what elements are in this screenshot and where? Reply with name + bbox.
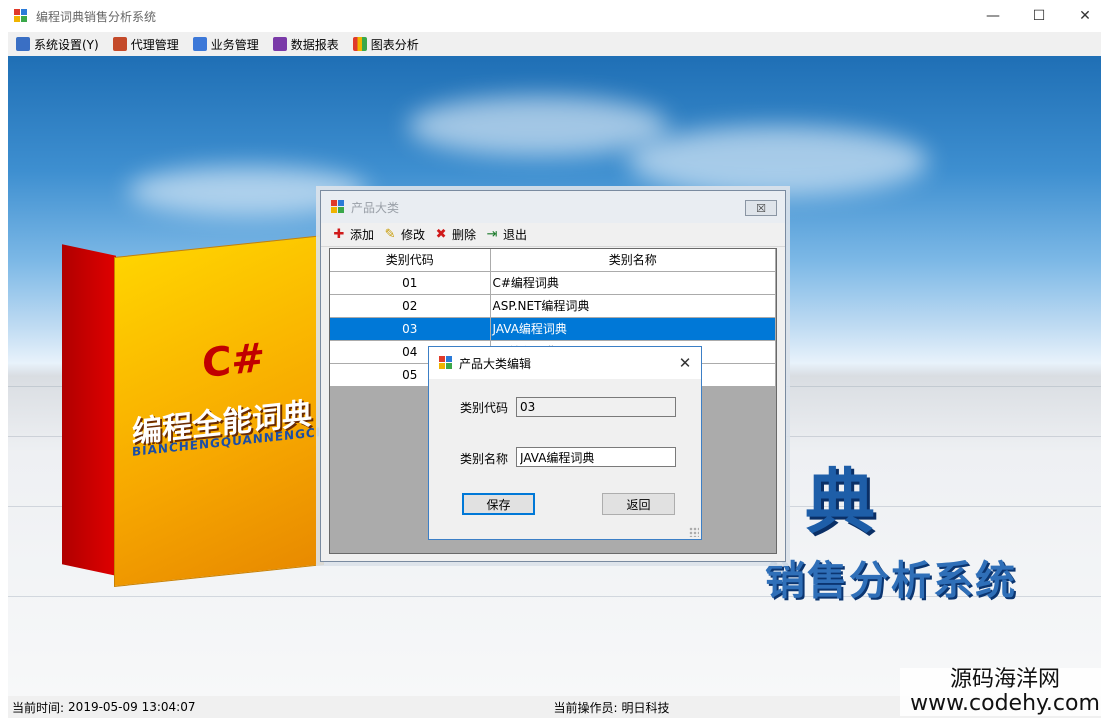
computer-icon xyxy=(16,37,30,51)
menu-bar: 系统设置(Y) 代理管理 业务管理 数据报表 图表分析 xyxy=(8,32,1101,56)
product-window-close-button[interactable]: ☒ xyxy=(745,200,777,216)
watermark-line2: www.codehy.com xyxy=(910,691,1100,716)
watermark-line1: 源码海洋网 xyxy=(949,667,1060,692)
app-icon xyxy=(439,356,453,370)
menu-label: 图表分析 xyxy=(370,37,419,52)
delete-button[interactable]: ✖ 删除 xyxy=(433,226,476,243)
product-window-titlebar: 产品大类 xyxy=(321,191,785,223)
add-button[interactable]: ✚ 添加 xyxy=(331,226,374,243)
category-name-field[interactable] xyxy=(516,447,676,467)
exit-label: 退出 xyxy=(503,228,528,242)
bar-chart-icon xyxy=(352,37,367,51)
cell-code[interactable]: 01 xyxy=(330,271,491,295)
delete-icon: ✖ xyxy=(435,227,447,242)
menu-label: 数据报表 xyxy=(290,37,339,52)
operator-value: 明日科技 xyxy=(621,700,670,715)
cell-name[interactable]: C#编程词典 xyxy=(490,271,776,295)
menu-label: 代理管理 xyxy=(130,37,179,52)
edit-icon: ✎ xyxy=(384,227,396,242)
exit-door-icon: ⇥ xyxy=(486,227,498,242)
window-title: 编程词典销售分析系统 xyxy=(36,9,157,24)
edit-label: 修改 xyxy=(401,228,426,242)
column-header-name[interactable]: 类别名称 xyxy=(490,249,776,272)
resize-grip[interactable] xyxy=(689,527,699,537)
app-icon xyxy=(331,200,345,214)
product-toolbar: ✚ 添加 ✎ 修改 ✖ 删除 ⇥ 退出 xyxy=(321,223,785,247)
add-icon: ✚ xyxy=(333,227,345,242)
agent-icon xyxy=(112,37,127,51)
watermark: 源码海洋网 www.codehy.com xyxy=(900,668,1108,716)
window-titlebar: 编程词典销售分析系统 — ☐ ✕ xyxy=(0,0,1108,32)
edit-dialog-close-button[interactable]: ✕ xyxy=(669,347,701,379)
category-code-field[interactable] xyxy=(516,397,676,417)
column-header-code[interactable]: 类别代码 xyxy=(330,249,491,272)
time-value: 2019-05-09 13:04:07 xyxy=(68,700,196,714)
table-row[interactable]: 02 ASP.NET编程词典 xyxy=(330,294,776,318)
cell-name[interactable]: JAVA编程词典 xyxy=(490,317,776,341)
back-button[interactable]: 返回 xyxy=(602,493,675,515)
category-edit-dialog: 产品大类编辑 ✕ 类别代码 类别名称 保存 返回 xyxy=(428,346,702,540)
menu-label: 系统设置(Y) xyxy=(34,37,99,52)
table-row[interactable]: 01 C#编程词典 xyxy=(330,271,776,295)
exit-button[interactable]: ⇥ 退出 xyxy=(484,226,527,243)
edit-dialog-title: 产品大类编辑 xyxy=(459,356,532,371)
menu-business-management[interactable]: 业务管理 xyxy=(192,36,259,53)
minimize-button[interactable]: — xyxy=(970,0,1016,32)
menu-agent-management[interactable]: 代理管理 xyxy=(112,36,179,53)
report-icon xyxy=(272,37,287,51)
app-icon xyxy=(14,9,28,23)
business-icon xyxy=(192,37,207,51)
product-window-title: 产品大类 xyxy=(351,200,400,215)
menu-data-report[interactable]: 数据报表 xyxy=(272,36,339,53)
category-code-label: 类别代码 xyxy=(460,401,509,415)
menu-label: 业务管理 xyxy=(210,37,259,52)
cell-code[interactable]: 02 xyxy=(330,294,491,318)
box-csharp-text: C# xyxy=(202,334,265,388)
category-name-label: 类别名称 xyxy=(460,452,509,466)
maximize-button[interactable]: ☐ xyxy=(1016,0,1062,32)
brand-slogan: 销售分析系统 xyxy=(765,558,1017,604)
edit-button[interactable]: ✎ 修改 xyxy=(382,226,425,243)
product-box-image: C# 编程全能词典 BIANCHENGQUANNENGCIDIAN xyxy=(62,228,359,638)
brand-character: 典 xyxy=(805,461,875,543)
menu-chart-analysis[interactable]: 图表分析 xyxy=(352,36,419,53)
table-row-selected[interactable]: 03 JAVA编程词典 xyxy=(330,317,776,341)
operator-label: 当前操作员: xyxy=(553,700,618,715)
cell-code[interactable]: 03 xyxy=(330,317,491,341)
save-button[interactable]: 保存 xyxy=(462,493,535,515)
add-label: 添加 xyxy=(350,228,375,242)
edit-dialog-titlebar: 产品大类编辑 xyxy=(429,347,701,379)
time-label: 当前时间: xyxy=(12,700,65,715)
delete-label: 删除 xyxy=(452,228,477,242)
close-button[interactable]: ✕ xyxy=(1062,0,1108,32)
cell-name[interactable]: ASP.NET编程词典 xyxy=(490,294,776,318)
menu-system-settings[interactable]: 系统设置(Y) xyxy=(16,36,99,53)
